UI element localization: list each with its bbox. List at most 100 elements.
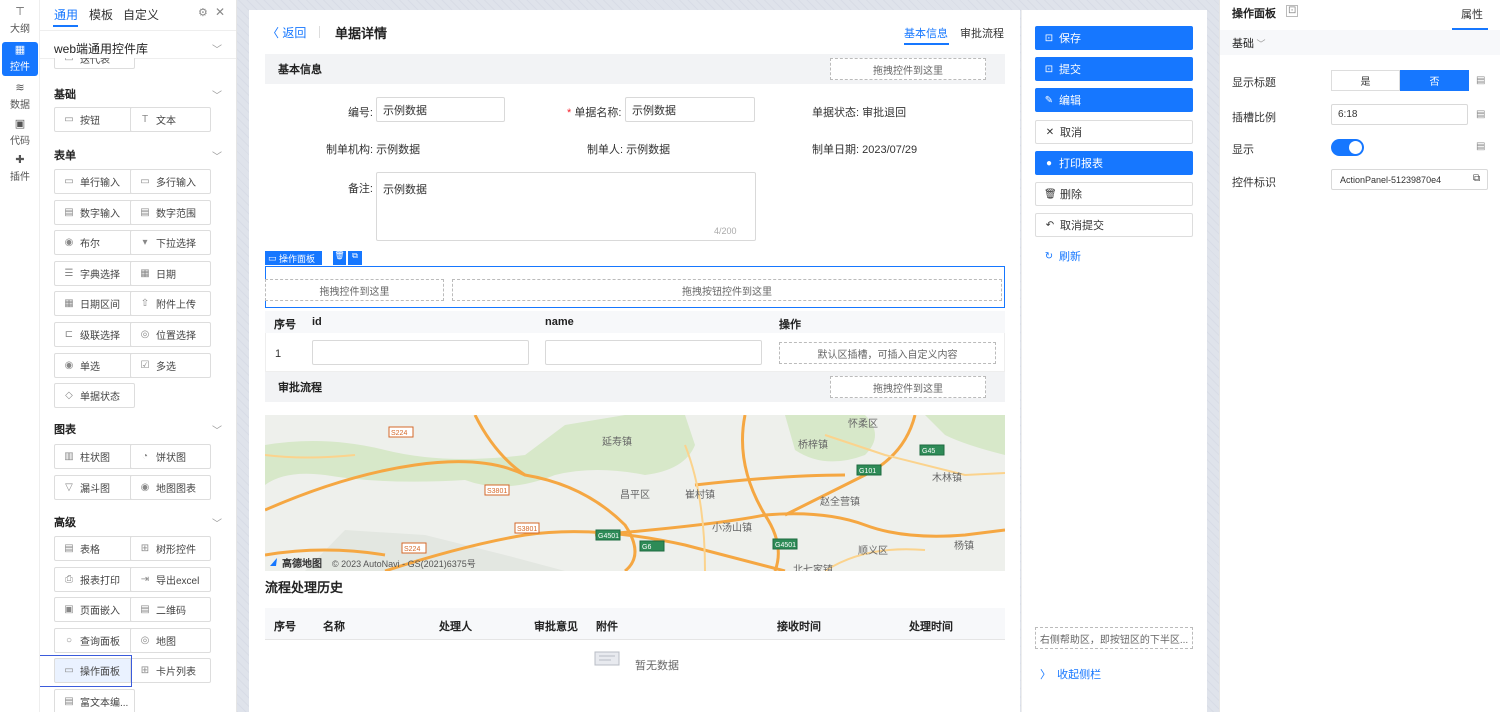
remark-textarea[interactable]: 示例数据 xyxy=(376,172,756,241)
help-drop-zone[interactable]: 右侧帮助区，即按钮区的下半区... xyxy=(1035,627,1193,649)
palette-item[interactable]: ▾ 下拉选择 xyxy=(130,230,211,256)
binding-icon[interactable]: ▤ xyxy=(1476,75,1485,86)
code-field[interactable]: 示例数据 xyxy=(376,97,505,122)
code-icon[interactable]: ⊡ xyxy=(1286,5,1299,17)
widget-icon: ◉ xyxy=(64,237,74,249)
chevron-down-icon[interactable]: ﹀ xyxy=(212,515,222,530)
slot-drop-zone[interactable]: 默认区插槽，可插入自定义内容 xyxy=(779,342,996,364)
table-header-cell: 操作 xyxy=(779,319,801,331)
palette-item[interactable]: ⎙ 报表打印 xyxy=(54,566,135,592)
palette-item-label: 柱状图 xyxy=(80,453,110,464)
name-field[interactable]: 示例数据 xyxy=(625,97,755,122)
palette-item[interactable]: ▦ 日期 xyxy=(130,260,211,286)
palette-item[interactable]: ▽ 漏斗图 xyxy=(54,474,135,500)
rail-item-0[interactable]: ⊤ 大纲 xyxy=(2,4,38,38)
palette-item[interactable]: ▭ 多行输入 xyxy=(130,169,211,194)
settings-icon[interactable]: ⚙ xyxy=(198,6,208,19)
palette-item[interactable]: ▤ 数字输入 xyxy=(54,199,135,225)
action-button-6[interactable]: ↶ 取消提交 xyxy=(1035,213,1193,237)
road-shield-label: S224 xyxy=(404,546,420,553)
button-drop-zone[interactable]: 拖拽按钮控件到这里 xyxy=(452,279,1002,301)
drop-zone[interactable]: 拖拽控件到这里 xyxy=(265,279,444,301)
palette-item[interactable]: ⊞ 卡片列表 xyxy=(130,658,211,684)
rail-item-3[interactable]: ▣ 代码 xyxy=(2,116,38,150)
palette-item[interactable]: ☑ 多选 xyxy=(130,352,211,378)
back-link[interactable]: 〈 返回 xyxy=(267,24,306,41)
name-cell-input[interactable] xyxy=(545,340,762,365)
delete-icon[interactable]: 🗑 xyxy=(333,251,346,265)
palette-item[interactable]: ☰ 字典选择 xyxy=(54,260,135,286)
palette-item[interactable]: ▭ 单行输入 xyxy=(54,169,135,194)
palette-item[interactable]: ◉ 单选 xyxy=(54,352,135,378)
chevron-down-icon[interactable]: ﹀ xyxy=(212,41,222,56)
collapse-sidebar-link[interactable]: 〉 收起侧栏 xyxy=(1040,666,1101,682)
rail-item-4[interactable]: ✚ 插件 xyxy=(2,152,38,186)
copy-icon[interactable]: ⧉ xyxy=(1473,173,1480,184)
section-advanced[interactable]: 高级 xyxy=(54,514,76,530)
section-chart[interactable]: 图表 xyxy=(54,421,76,437)
palette-item[interactable]: ◉ 布尔 xyxy=(54,230,135,256)
option-yes[interactable]: 是 xyxy=(1331,70,1400,91)
palette-item[interactable]: ▤ 二维码 xyxy=(130,597,211,623)
tab-properties[interactable]: 属性 xyxy=(1461,6,1483,22)
palette-item[interactable]: ▤ 富文本编... xyxy=(54,689,135,712)
tab-template[interactable]: 模板 xyxy=(89,6,113,23)
palette-item[interactable]: T 文本 xyxy=(130,107,211,132)
palette-item[interactable]: ◇ 单据状态 xyxy=(54,383,135,409)
palette-item[interactable]: ◉ 地图图表 xyxy=(130,474,211,500)
chevron-down-icon[interactable]: ﹀ xyxy=(212,148,222,163)
drop-zone[interactable]: 拖拽控件到这里 xyxy=(830,376,986,398)
palette-item-label: 查询面板 xyxy=(80,636,120,648)
section-form[interactable]: 表单 xyxy=(54,147,76,163)
palette-item[interactable]: ▤ 表格 xyxy=(54,536,135,561)
action-button-3[interactable]: ✕ 取消 xyxy=(1035,120,1193,144)
close-icon[interactable]: ✕ xyxy=(215,5,225,19)
road-shield-label: S3801 xyxy=(487,488,507,495)
show-toggle[interactable] xyxy=(1331,139,1364,156)
palette-item-label: 数字范围 xyxy=(156,208,196,220)
binding-icon[interactable]: ▤ xyxy=(1476,141,1485,152)
id-input[interactable]: ActionPanel-51239870e4 xyxy=(1331,169,1488,190)
action-button-1[interactable]: ⊡ 提交 xyxy=(1035,57,1193,81)
action-button-2[interactable]: ✎ 编辑 xyxy=(1035,88,1193,112)
rail-item-1[interactable]: ▦ 控件 xyxy=(2,42,38,76)
palette-item[interactable]: ◔ 饼状图 xyxy=(130,444,211,469)
tab-general[interactable]: 通用 xyxy=(54,6,78,23)
action-button-0[interactable]: ⊡ 保存 xyxy=(1035,26,1193,50)
option-no[interactable]: 否 xyxy=(1400,70,1469,91)
palette-item[interactable]: ⊏ 级联选择 xyxy=(54,322,135,347)
chevron-down-icon[interactable]: ﹀ xyxy=(212,422,222,437)
chevron-down-icon[interactable]: ﹀ xyxy=(212,87,222,102)
palette-item[interactable]: ◎ 位置选择 xyxy=(130,322,211,347)
tab-custom[interactable]: 自定义 xyxy=(123,6,159,23)
copy-icon[interactable]: ⧉ xyxy=(348,251,362,265)
id-cell-input[interactable] xyxy=(312,340,529,365)
library-select[interactable]: web端通用控件库 xyxy=(54,40,148,57)
palette-item[interactable]: ⇥ 导出excel xyxy=(130,566,211,592)
palette-item[interactable]: ▦ 日期区间 xyxy=(54,291,135,317)
map-widget[interactable]: 延寿镇 桥梓镇 怀柔区昌平区 崔村镇 木林镇赵全营镇小汤山镇顺义区 杨镇北七家镇 S224… xyxy=(265,415,1005,571)
history-title: 流程处理历史 xyxy=(265,580,344,595)
section-basic[interactable]: 基础 xyxy=(54,86,76,102)
rail-item-2[interactable]: ≋ 数据 xyxy=(2,80,38,114)
group-label[interactable]: 基础 ﹀ xyxy=(1232,35,1266,51)
binding-icon[interactable]: ▤ xyxy=(1476,109,1485,120)
palette-item[interactable]: ▭ 按钮 xyxy=(54,107,135,132)
palette-item[interactable]: ▤ 数字范围 xyxy=(130,199,211,225)
palette-item[interactable]: ⊞ 树形控件 xyxy=(130,536,211,561)
widget-icon: ▭ xyxy=(64,114,74,125)
road-shield: S224 xyxy=(401,542,427,554)
drop-zone[interactable]: 拖拽控件到这里 xyxy=(830,58,986,80)
panel-tag[interactable]: ▭ 操作面板 xyxy=(265,251,322,265)
tab-approval[interactable]: 审批流程 xyxy=(960,25,1004,41)
tab-basic-info[interactable]: 基本信息 xyxy=(904,25,948,41)
ratio-input[interactable]: 6:18 xyxy=(1331,104,1468,125)
action-button-7[interactable]: ↻ 刷新 xyxy=(1035,244,1193,268)
palette-item[interactable]: ▣ 页面嵌入 xyxy=(54,597,135,623)
palette-item[interactable]: ◎ 地图 xyxy=(130,627,211,653)
palette-item[interactable]: ⇧ 附件上传 xyxy=(130,291,211,317)
action-button-4[interactable]: ● 打印报表 xyxy=(1035,151,1193,175)
palette-item[interactable]: ○ 查询面板 xyxy=(54,627,135,653)
action-button-5[interactable]: 🗑 删除 xyxy=(1035,182,1193,206)
palette-item[interactable]: ▥ 柱状图 xyxy=(54,444,135,469)
